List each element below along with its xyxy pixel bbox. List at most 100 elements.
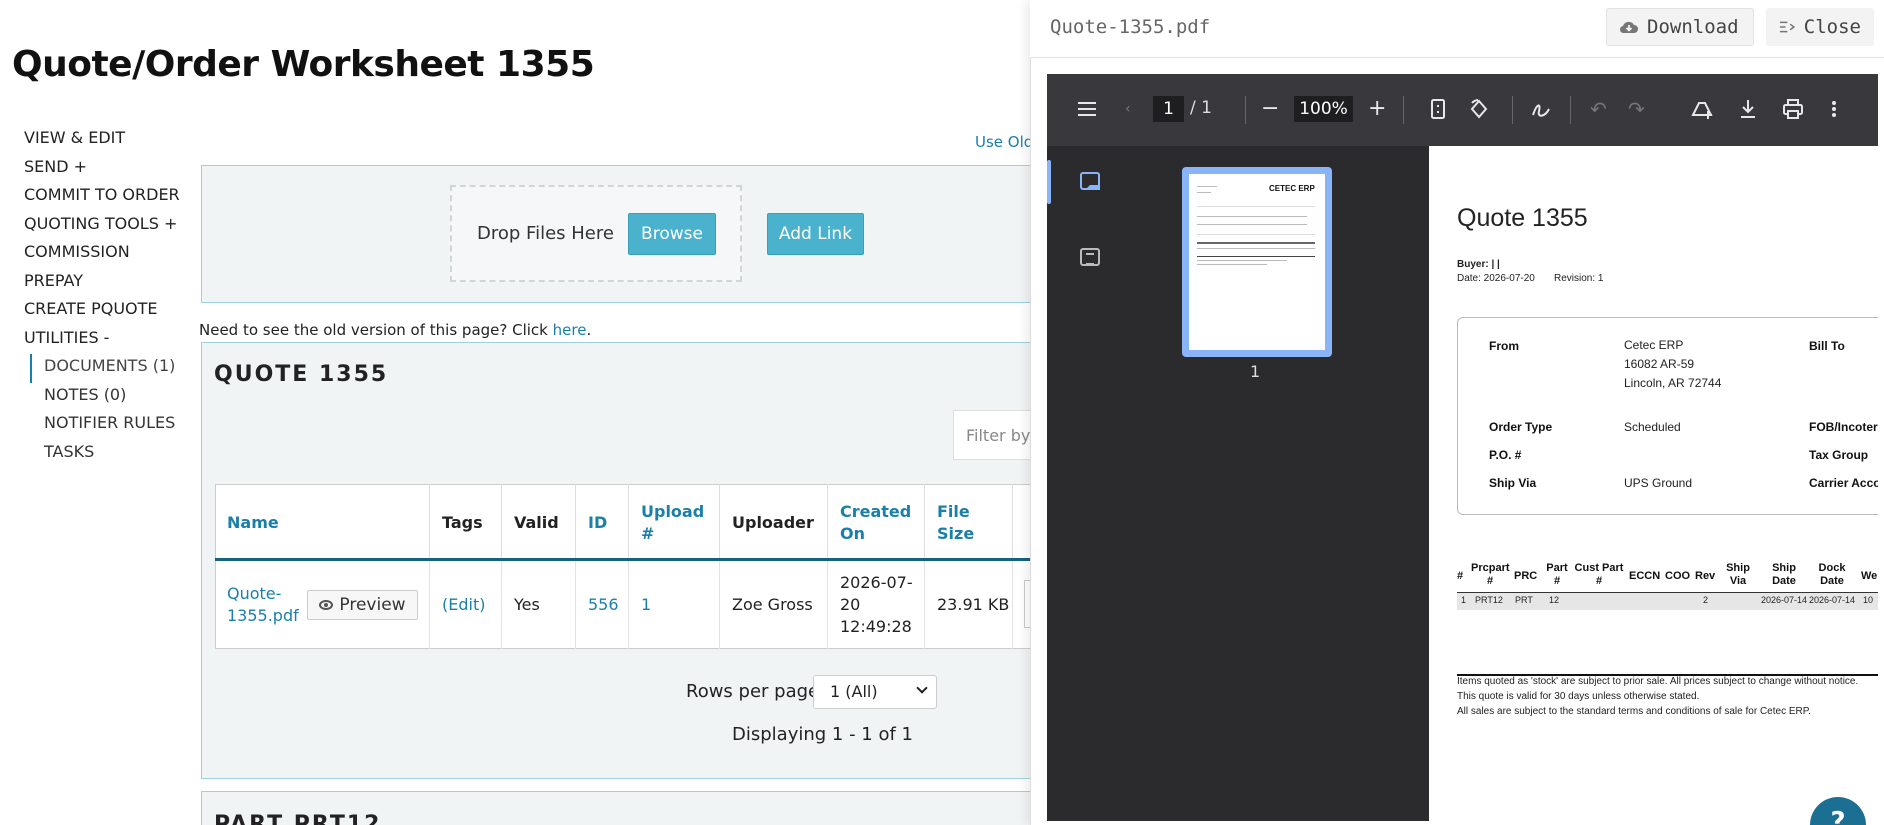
pdf-col-header: Dock Date xyxy=(1818,562,1846,587)
thumbnail-page-number: 1 xyxy=(1250,362,1261,381)
pdf-buyer: Buyer: | | xyxy=(1457,259,1500,270)
download-icon[interactable] xyxy=(1738,97,1758,121)
sidebar-active-indicator xyxy=(1047,160,1051,204)
pdf-from-line: 16082 AR-59 xyxy=(1624,357,1695,371)
sidebar-subitem-tasks[interactable]: TASKS xyxy=(32,440,180,469)
viewer-file-title: Quote-1355.pdf xyxy=(1050,16,1211,38)
sidebar-item-commission[interactable]: COMMISSION xyxy=(24,240,180,269)
rows-per-page-select[interactable]: 1 (All) xyxy=(813,675,937,709)
pdf-cell: 2 xyxy=(1703,595,1709,605)
draw-icon[interactable] xyxy=(1530,97,1552,121)
zoom-out-icon[interactable]: − xyxy=(1261,97,1279,121)
column-header-uploader: Uploader xyxy=(720,484,828,561)
column-header-valid: Valid xyxy=(502,484,576,561)
pdf-order-type-label: Order Type xyxy=(1489,420,1553,434)
pdf-order-type-value: Scheduled xyxy=(1624,420,1681,434)
sidebar-item-quoting-tools[interactable]: QUOTING TOOLS + xyxy=(24,212,180,241)
sidebar-item-prepay[interactable]: PREPAY xyxy=(24,269,180,298)
pdf-col-header: Prcpart # xyxy=(1471,562,1510,587)
toolbar-divider xyxy=(1570,96,1571,124)
pagination-status: Displaying 1 - 1 of 1 xyxy=(732,724,913,745)
pdf-col-header: Ship Via xyxy=(1726,562,1750,587)
pdf-cell: 2026-07-14 xyxy=(1809,595,1856,605)
page-thumbnail[interactable]: CETEC ERP xyxy=(1189,174,1325,350)
pdf-col-header: ECCN xyxy=(1629,570,1661,582)
old-version-note-text: Need to see the old version of this page… xyxy=(199,321,553,339)
column-header-tags: Tags xyxy=(430,484,502,561)
id-link[interactable]: 556 xyxy=(576,561,629,649)
pdf-cell: PRT12 xyxy=(1475,595,1503,605)
old-version-link[interactable]: here xyxy=(553,321,587,339)
pdf-revision: Revision: 1 xyxy=(1554,273,1604,284)
pdf-tax-group-label: Tax Group xyxy=(1809,448,1869,462)
print-icon[interactable] xyxy=(1782,97,1804,121)
rotate-icon[interactable] xyxy=(1467,97,1491,121)
valid-cell: Yes xyxy=(502,561,576,649)
undo-icon[interactable]: ↶ xyxy=(1590,97,1607,121)
toolbar-divider xyxy=(1512,96,1513,124)
sidebar-subitem-notes[interactable]: NOTES (0) xyxy=(32,383,180,412)
column-header-name[interactable]: Name xyxy=(215,484,430,561)
pdf-cell: 12 xyxy=(1549,595,1560,605)
sidebar-subitem-notifier-rules[interactable]: NOTIFIER RULES xyxy=(32,411,180,440)
sidebar-item-commit-to-order[interactable]: COMMIT TO ORDER xyxy=(24,183,180,212)
sidebar-item-send[interactable]: SEND + xyxy=(24,155,180,184)
pdf-col-header: PRC xyxy=(1514,570,1538,582)
sidebar-item-create-pquote[interactable]: CREATE PQUOTE xyxy=(24,297,180,326)
add-link-button[interactable]: Add Link xyxy=(767,213,864,255)
tags-edit-link[interactable]: (Edit) xyxy=(430,561,502,649)
thumbnail-line xyxy=(1197,192,1211,193)
use-old-link[interactable]: Use Old xyxy=(975,133,1033,151)
toolbar-divider xyxy=(1245,96,1246,124)
fit-page-icon[interactable] xyxy=(1430,97,1446,121)
outline-toggle-icon[interactable]: ‹ xyxy=(1125,97,1131,121)
thumbnail-logo: CETEC ERP xyxy=(1269,184,1315,193)
column-header-upload-num[interactable]: Upload # xyxy=(629,484,720,561)
column-header-file-size[interactable]: File Size xyxy=(925,484,1013,561)
pdf-col-header: Rev xyxy=(1695,570,1716,582)
sidebar-item-utilities[interactable]: UTILITIES - xyxy=(24,326,180,355)
document-name-link[interactable]: Quote-1355.pdf xyxy=(215,561,309,649)
close-button[interactable]: Close xyxy=(1766,8,1874,46)
sidebar-subitem-documents[interactable]: DOCUMENTS (1) xyxy=(30,354,180,383)
zoom-level-input[interactable]: 100% xyxy=(1294,96,1353,122)
pdf-footer-line: This quote is valid for 30 days unless o… xyxy=(1457,691,1700,702)
browse-button[interactable]: Browse xyxy=(628,213,716,255)
document-outline-icon[interactable] xyxy=(1080,248,1100,266)
redo-icon[interactable]: ↷ xyxy=(1628,97,1645,121)
thumbnail-line xyxy=(1197,264,1267,265)
download-button[interactable]: Download xyxy=(1606,8,1754,46)
menu-icon[interactable] xyxy=(1077,97,1097,121)
pdf-col-header: Part # xyxy=(1546,562,1568,587)
old-version-note: Need to see the old version of this page… xyxy=(199,321,591,339)
pdf-carrier-label: Carrier Acco xyxy=(1809,476,1878,490)
sidebar-item-view-edit[interactable]: VIEW & EDIT xyxy=(24,126,180,155)
page-total-label: / 1 xyxy=(1190,98,1212,118)
pdf-col-header: We xyxy=(1861,570,1878,582)
pdf-cell: 10 xyxy=(1863,595,1874,605)
pdf-cell: 1 xyxy=(1461,595,1467,605)
upload-num-link[interactable]: 1 xyxy=(629,561,720,649)
drive-add-icon[interactable] xyxy=(1690,97,1714,121)
thumbnails-icon[interactable] xyxy=(1080,172,1100,190)
pdf-quote-title: Quote 1355 xyxy=(1457,204,1588,232)
zoom-in-icon[interactable]: + xyxy=(1368,97,1386,121)
old-version-note-end: . xyxy=(586,321,592,339)
name-cell-spacer xyxy=(309,561,430,649)
file-size-cell: 23.91 KB xyxy=(925,561,1013,649)
page-number-input[interactable]: 1 xyxy=(1153,96,1184,122)
page-title: Quote/Order Worksheet 1355 xyxy=(12,44,595,85)
close-panel-icon xyxy=(1779,21,1796,33)
pdf-col-header: Cust Part # xyxy=(1574,562,1624,587)
close-button-label: Close xyxy=(1803,16,1861,38)
pdf-ship-via-label: Ship Via xyxy=(1489,476,1537,490)
part-section-heading: PART PRT12 xyxy=(214,812,382,825)
thumbnail-line xyxy=(1197,234,1315,235)
pdf-cell: PRT xyxy=(1515,595,1533,605)
sidebar-nav: VIEW & EDIT SEND + COMMIT TO ORDER QUOTI… xyxy=(24,126,180,468)
pdf-bill-to-label: Bill To xyxy=(1809,339,1845,353)
pdf-po-label: P.O. # xyxy=(1489,448,1522,462)
column-header-id[interactable]: ID xyxy=(576,484,629,561)
column-header-created-on[interactable]: Created On xyxy=(828,484,925,561)
more-options-icon[interactable] xyxy=(1830,97,1838,121)
